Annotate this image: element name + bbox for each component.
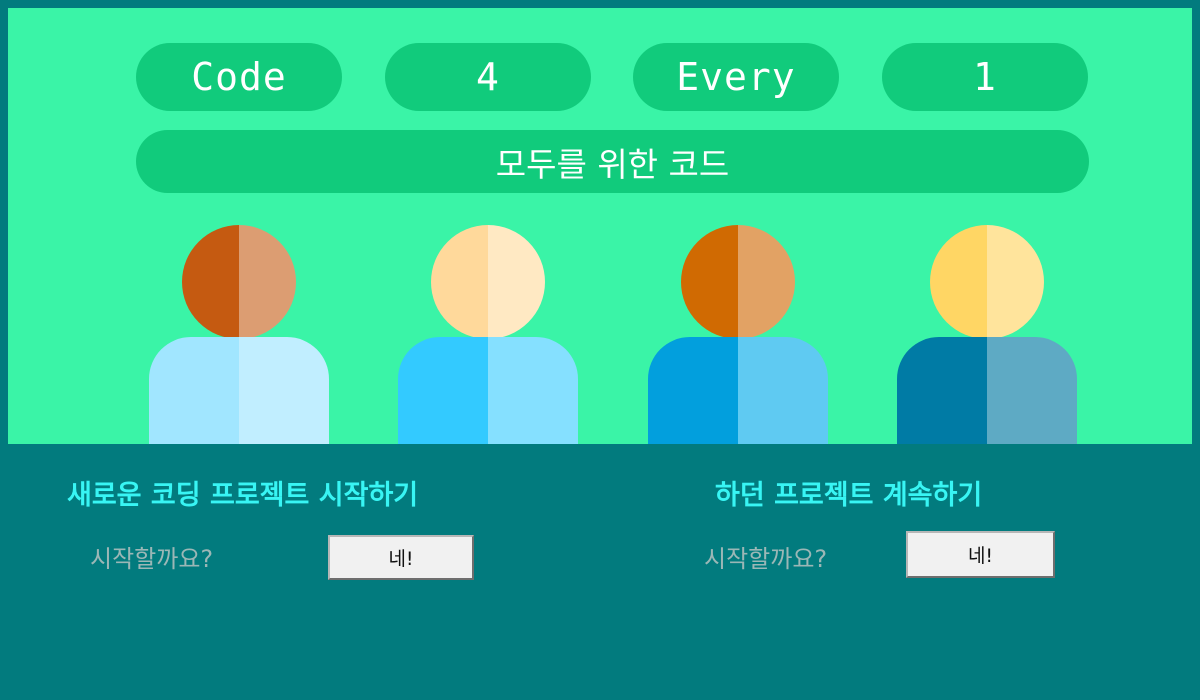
new-project-yes-button[interactable]: 네! [328,535,474,580]
person-head [681,225,795,339]
person-head [182,225,296,339]
continue-project-title: 하던 프로젝트 계속하기 [715,480,983,511]
hero-banner: Code 4 Every 1 모두를 위한 코드 [8,8,1192,444]
continue-project-yes-button[interactable]: 네! [906,531,1055,578]
header-word-code: Code [136,43,342,111]
person-body [897,337,1077,444]
app-window: Code 4 Every 1 모두를 위한 코드 새로운 코딩 프로젝트 시작하… [0,0,1200,700]
person-illustration-2 [398,225,578,444]
person-head [930,225,1044,339]
person-head [431,225,545,339]
person-illustration-3 [648,225,828,444]
header-word-4: 4 [385,43,591,111]
page-subtitle: 모두를 위한 코드 [136,130,1089,193]
person-body [648,337,828,444]
person-body [149,337,329,444]
header-word-1: 1 [882,43,1088,111]
new-project-title: 새로운 코딩 프로젝트 시작하기 [67,480,419,511]
new-project-question: 시작할까요? [90,545,214,573]
person-body [398,337,578,444]
person-illustration-4 [897,225,1077,444]
continue-project-question: 시작할까요? [704,545,828,573]
person-illustration-1 [149,225,329,444]
header-word-every: Every [633,43,839,111]
